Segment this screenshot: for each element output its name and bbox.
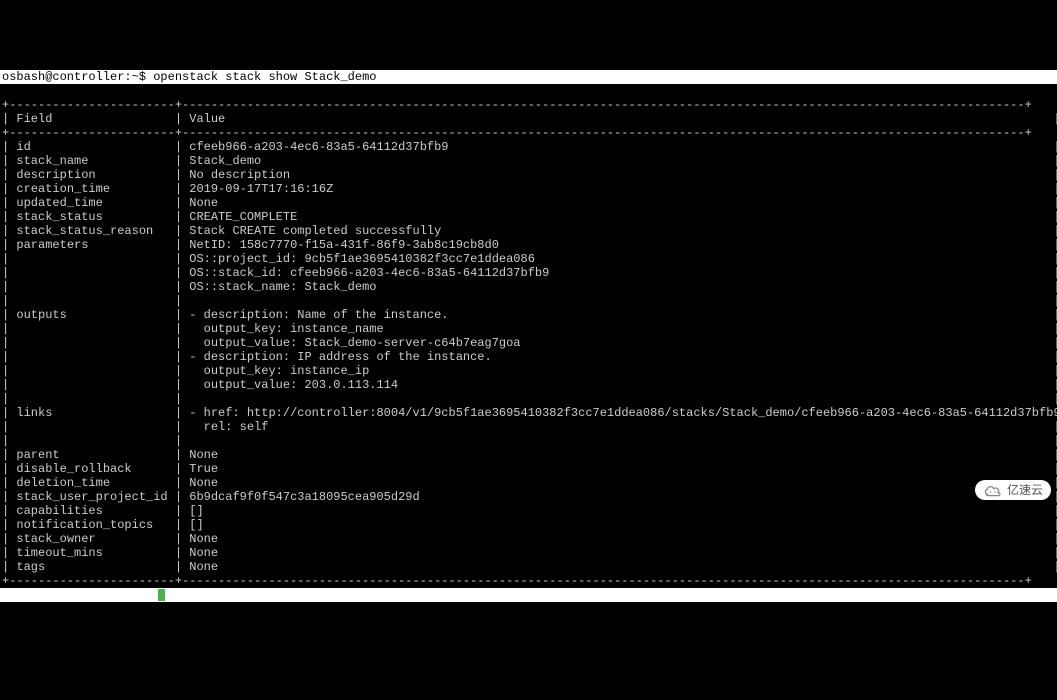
row-parameters-3: | | OS::stack_id: cfeeb966-a203-4ec6-83a… bbox=[0, 266, 1057, 280]
row-outputs-5: | | output_key: instance_ip | bbox=[0, 364, 1057, 378]
prompt-user-host: osbash@controller bbox=[2, 70, 124, 84]
row-deletion-time: | deletion_time | None | bbox=[0, 476, 1057, 490]
row-outputs-3: | | output_value: Stack_demo-server-c64b… bbox=[0, 336, 1057, 350]
command-text: openstack stack show Stack_demo bbox=[153, 70, 376, 84]
row-outputs-4: | | - description: IP address of the ins… bbox=[0, 350, 1057, 364]
row-stack-status: | stack_status | CREATE_COMPLETE | bbox=[0, 210, 1057, 224]
cloud-icon bbox=[983, 483, 1003, 497]
row-creation-time: | creation_time | 2019-09-17T17:16:16Z | bbox=[0, 182, 1057, 196]
prompt-symbol: $ bbox=[139, 70, 146, 84]
row-updated-time: | updated_time | None | bbox=[0, 196, 1057, 210]
row-stack-name: | stack_name | Stack_demo | bbox=[0, 154, 1057, 168]
header-field: Field bbox=[16, 112, 174, 126]
row-timeout-mins: | timeout_mins | None | bbox=[0, 546, 1057, 560]
row-stack-user-project-id: | stack_user_project_id | 6b9dcaf9f0f547… bbox=[0, 490, 1057, 504]
row-capabilities: | capabilities | [] | bbox=[0, 504, 1057, 518]
row-description: | description | No description | bbox=[0, 168, 1057, 182]
table-border-top: +-----------------------+---------------… bbox=[0, 98, 1034, 112]
row-outputs-6: | | output_value: 203.0.113.114 | bbox=[0, 378, 1057, 392]
row-outputs-2: | | output_key: instance_name | bbox=[0, 322, 1057, 336]
table-border-bottom: +-----------------------+---------------… bbox=[0, 574, 1034, 588]
row-parameters-4: | | OS::stack_name: Stack_demo | bbox=[0, 280, 1057, 294]
row-id: | id | cfeeb966-a203-4ec6-83a5-64112d37b… bbox=[0, 140, 1057, 154]
row-blank-3: | | | bbox=[0, 434, 1057, 448]
row-blank-2: | | | bbox=[0, 392, 1057, 406]
next-prompt-line[interactable] bbox=[0, 588, 1057, 602]
row-links: | links | - href: http://controller:8004… bbox=[0, 406, 1057, 420]
row-disable-rollback: | disable_rollback | True | bbox=[0, 462, 1057, 476]
prompt-line: osbash@controller:~$ openstack stack sho… bbox=[0, 70, 1057, 84]
row-parameters: | parameters | NetID: 158c7770-f15a-431f… bbox=[0, 238, 1057, 252]
row-blank-1: | | | bbox=[0, 294, 1057, 308]
watermark-badge: 亿速云 bbox=[975, 480, 1051, 500]
terminal-window[interactable]: osbash@controller:~$ openstack stack sho… bbox=[0, 56, 1057, 602]
row-links-2: | | rel: self | bbox=[0, 420, 1057, 434]
row-outputs: | outputs | - description: Name of the i… bbox=[0, 308, 1057, 322]
row-stack-status-reason: | stack_status_reason | Stack CREATE com… bbox=[0, 224, 1057, 238]
watermark-text: 亿速云 bbox=[1007, 483, 1043, 497]
row-parameters-2: | | OS::project_id: 9cb5f1ae3695410382f3… bbox=[0, 252, 1057, 266]
table-border-mid: +-----------------------+---------------… bbox=[0, 126, 1034, 140]
row-notification-topics: | notification_topics | [] | bbox=[0, 518, 1057, 532]
header-value: Value bbox=[189, 112, 1053, 126]
row-parent: | parent | None | bbox=[0, 448, 1057, 462]
prompt-cwd: ~ bbox=[132, 70, 139, 84]
table-header-row: | Field | Value | bbox=[0, 112, 1057, 126]
row-tags: | tags | None | bbox=[0, 560, 1057, 574]
row-stack-owner: | stack_owner | None | bbox=[0, 532, 1057, 546]
cursor-icon bbox=[158, 589, 165, 601]
